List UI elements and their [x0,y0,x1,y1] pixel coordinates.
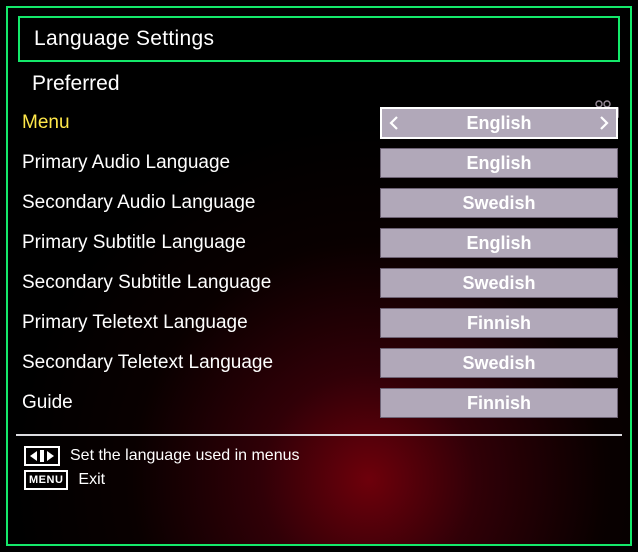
setting-label: Primary Subtitle Language [20,232,246,254]
setting-value: Swedish [462,273,535,294]
setting-row-secondary-teletext[interactable]: Secondary Teletext Language Swedish [20,344,620,382]
setting-row-menu[interactable]: Menu English [20,104,620,142]
settings-list: Menu English Primary Audio Language Engl… [18,102,620,422]
setting-value: English [466,153,531,174]
setting-label: Secondary Teletext Language [20,352,273,374]
setting-value: Finnish [467,313,531,334]
section-heading: Preferred [18,70,620,102]
value-selector[interactable]: English [380,107,618,139]
setting-row-primary-subtitle[interactable]: Primary Subtitle Language English [20,224,620,262]
value-selector[interactable]: Swedish [380,188,618,218]
chevron-right-icon[interactable] [597,114,611,132]
value-selector[interactable]: Finnish [380,308,618,338]
divider [16,434,622,436]
setting-value: Finnish [467,393,531,414]
setting-value: English [466,233,531,254]
menu-button-icon: MENU [24,470,68,490]
footer-hints: Set the language used in menus MENU Exit [18,442,620,492]
page-title: Language Settings [34,27,214,51]
value-selector[interactable]: English [380,148,618,178]
setting-label: Primary Teletext Language [20,312,248,334]
title-bar: Language Settings [18,16,620,62]
setting-value: Swedish [462,353,535,374]
value-selector[interactable]: Swedish [380,348,618,378]
hint-navigate: Set the language used in menus [24,444,620,468]
setting-value: English [466,113,531,134]
setting-label: Menu [20,112,70,134]
value-selector[interactable]: English [380,228,618,258]
left-right-nav-icon [24,446,60,466]
hint-text: Exit [78,471,105,489]
setting-row-secondary-audio[interactable]: Secondary Audio Language Swedish [20,184,620,222]
hint-text: Set the language used in menus [70,447,300,465]
setting-label: Secondary Subtitle Language [20,272,271,294]
setting-row-primary-audio[interactable]: Primary Audio Language English [20,144,620,182]
setting-value: Swedish [462,193,535,214]
value-selector[interactable]: Finnish [380,388,618,418]
setting-label: Secondary Audio Language [20,192,255,214]
value-selector[interactable]: Swedish [380,268,618,298]
setting-row-primary-teletext[interactable]: Primary Teletext Language Finnish [20,304,620,342]
chevron-left-icon[interactable] [387,114,401,132]
setting-label: Primary Audio Language [20,152,230,174]
setting-row-guide[interactable]: Guide Finnish [20,384,620,422]
hint-exit: MENU Exit [24,468,620,492]
settings-frame: Language Settings Preferred Menu English [6,6,632,546]
setting-label: Guide [20,392,73,414]
setting-row-secondary-subtitle[interactable]: Secondary Subtitle Language Swedish [20,264,620,302]
